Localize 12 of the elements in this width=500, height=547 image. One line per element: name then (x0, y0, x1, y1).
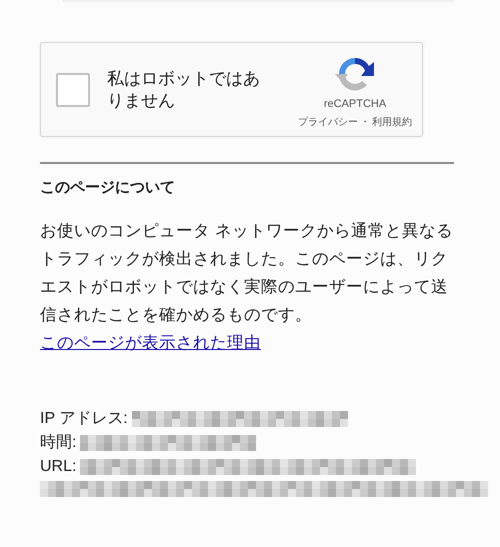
info-label: URL: (40, 459, 76, 475)
privacy-link[interactable]: プライバシー (298, 115, 358, 129)
info-label: IP アドレス: (40, 411, 128, 427)
info-label: 時間: (40, 435, 76, 451)
terms-link[interactable]: 利用規約 (372, 115, 412, 129)
section-heading: このページについて (40, 178, 176, 197)
brand-name: reCAPTCHA (324, 98, 386, 110)
checkbox[interactable] (56, 72, 90, 106)
checkbox-label: 私はロボットではありません (107, 68, 261, 112)
explanation-text: お使いのコンピュータ ネットワークから通常と異なるトラフィックが検出されました。このページは、リクエストがロボットではなく実際のユーザーによって送信されたことを確かめるものです。 このページが表示された理由 (40, 220, 454, 354)
reason-link[interactable]: このページが表示された理由 (40, 333, 261, 352)
separator: ・ (360, 116, 370, 129)
